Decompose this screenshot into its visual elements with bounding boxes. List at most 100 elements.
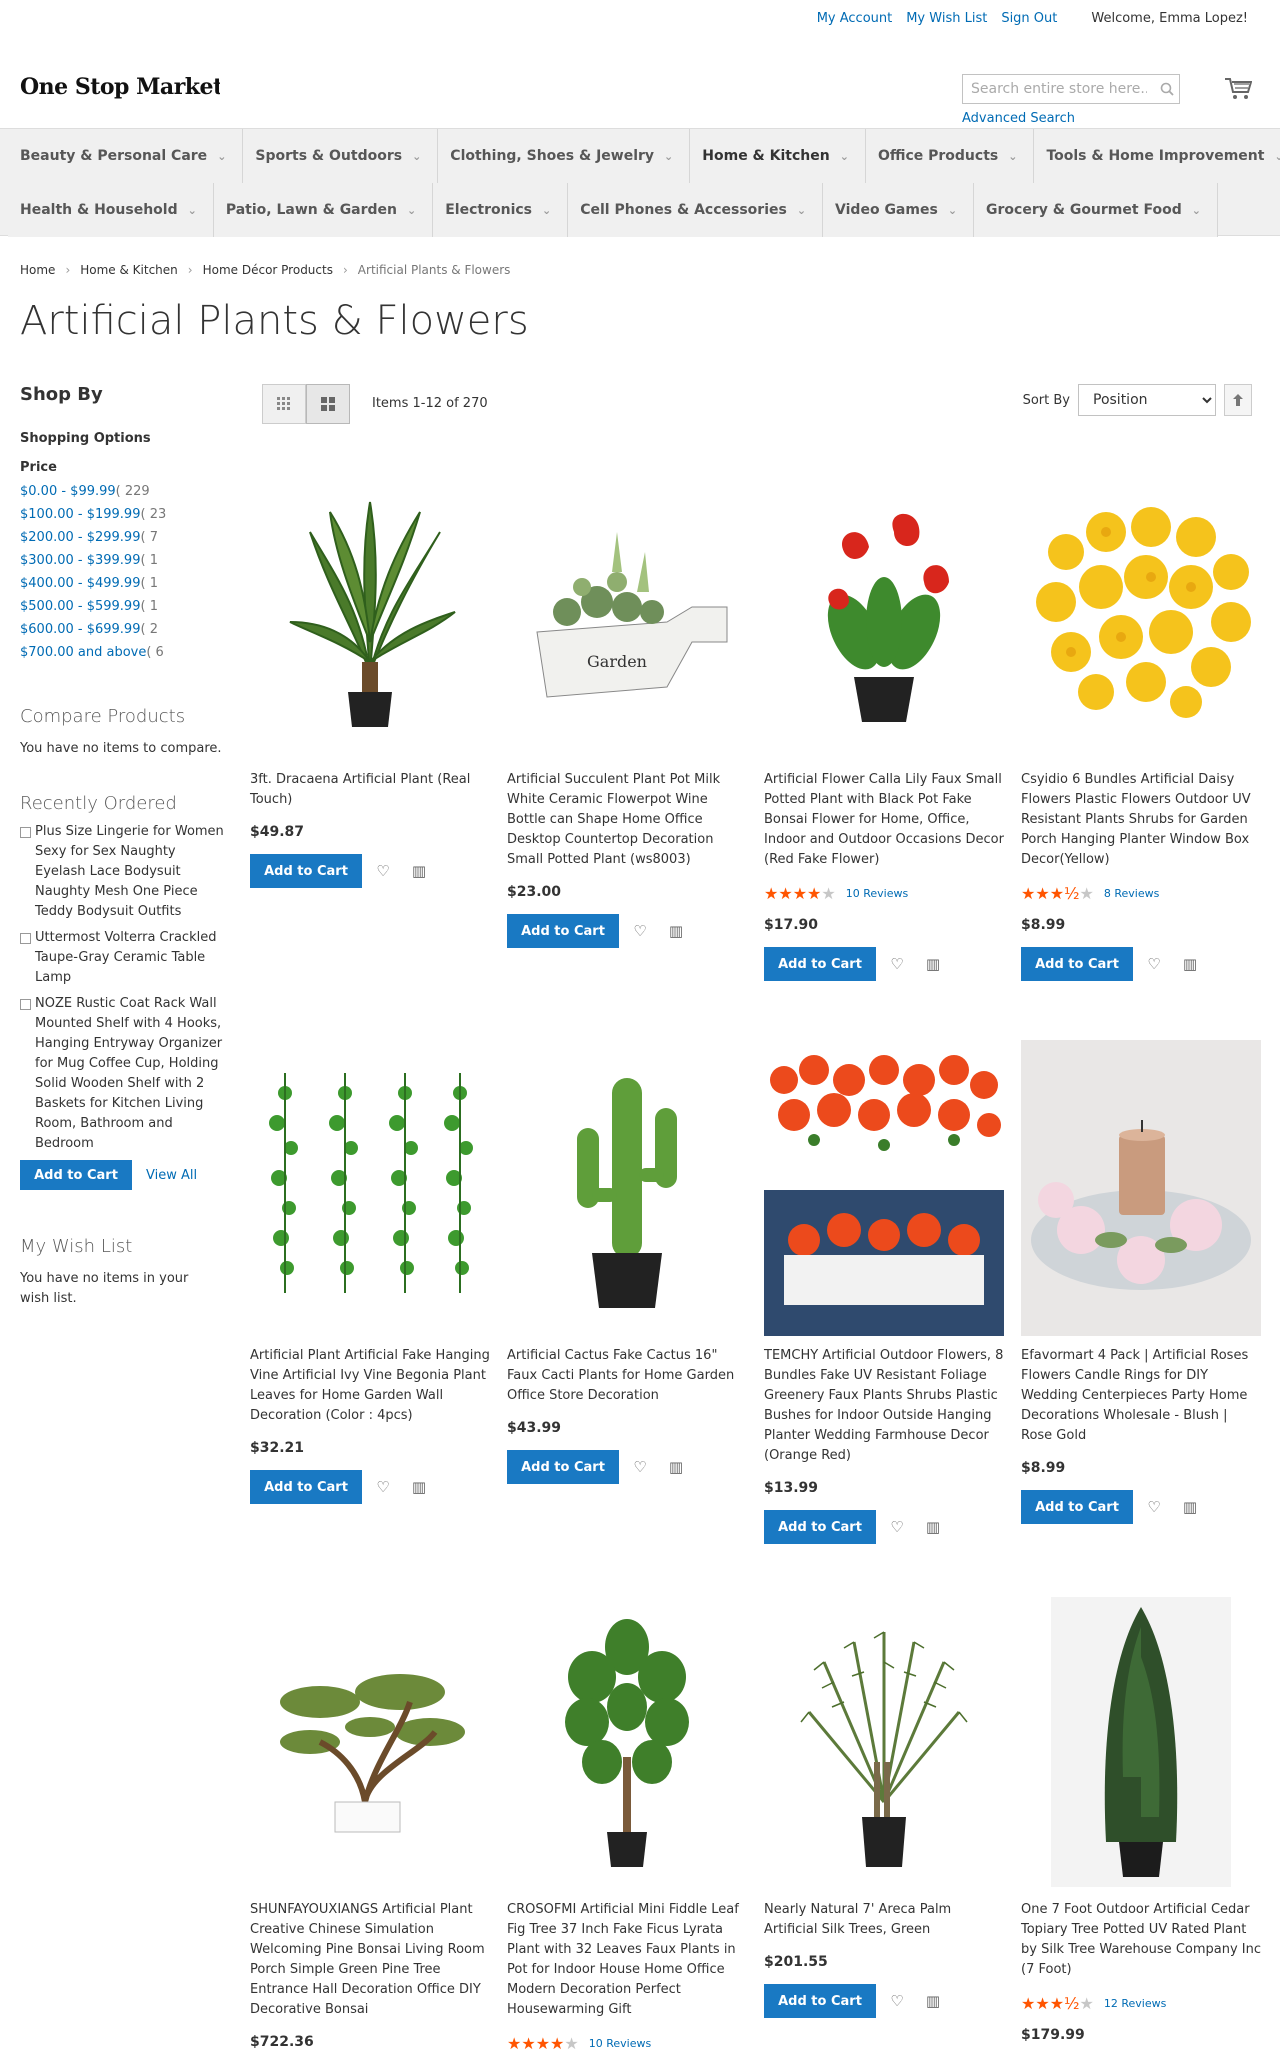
reviews-link[interactable]: 10 Reviews bbox=[846, 887, 908, 900]
nav-health-household[interactable]: Health & Household ⌄ bbox=[8, 183, 214, 237]
product-image[interactable] bbox=[250, 1594, 490, 1890]
price-filter-item[interactable]: $700.00 and above( 6 bbox=[20, 641, 230, 664]
price-filter-item[interactable]: $200.00 - $299.99( 7 bbox=[20, 526, 230, 549]
list-mode-icon[interactable] bbox=[306, 384, 350, 424]
recent-item-name[interactable]: Uttermost Volterra Crackled Taupe-Gray C… bbox=[35, 928, 230, 988]
sort-direction-icon[interactable] bbox=[1224, 384, 1252, 416]
add-to-cart-button[interactable]: Add to Cart bbox=[250, 854, 362, 888]
nav-office-products[interactable]: Office Products ⌄ bbox=[865, 129, 1035, 183]
price-range[interactable]: $300.00 - $399.99 bbox=[20, 553, 140, 568]
nav-clothing-shoes-jewelry[interactable]: Clothing, Shoes & Jewelry ⌄ bbox=[438, 129, 691, 183]
product-name[interactable]: SHUNFAYOUXIANGS Artificial Plant Creativ… bbox=[250, 1900, 490, 2020]
price-filter-item[interactable]: $400.00 - $499.99( 1 bbox=[20, 572, 230, 595]
add-to-cart-button[interactable]: Add to Cart bbox=[250, 1470, 362, 1504]
recent-item-name[interactable]: NOZE Rustic Coat Rack Wall Mounted Shelf… bbox=[35, 994, 230, 1154]
price-range[interactable]: $500.00 - $599.99 bbox=[20, 599, 140, 614]
wishlist-heart-icon[interactable]: ♡ bbox=[625, 916, 655, 946]
product-image[interactable] bbox=[764, 1040, 1004, 1336]
product-name[interactable]: Efavormart 4 Pack | Artificial Roses Flo… bbox=[1021, 1346, 1261, 1446]
compare-icon[interactable]: ▥ bbox=[1175, 1492, 1205, 1522]
breadcrumb-home-decor[interactable]: Home Décor Products bbox=[203, 263, 333, 277]
product-image[interactable] bbox=[1021, 1594, 1261, 1890]
nav-electronics[interactable]: Electronics ⌄ bbox=[433, 183, 569, 237]
nav-home-kitchen[interactable]: Home & Kitchen ⌄ bbox=[690, 129, 866, 183]
store-logo[interactable]: One Stop Market bbox=[20, 74, 220, 100]
add-to-cart-button[interactable]: Add to Cart bbox=[764, 1510, 876, 1544]
breadcrumb-home-kitchen[interactable]: Home & Kitchen bbox=[80, 263, 178, 277]
wishlist-heart-icon[interactable]: ♡ bbox=[1139, 1492, 1169, 1522]
compare-icon[interactable]: ▥ bbox=[661, 1452, 691, 1482]
product-name[interactable]: Nearly Natural 7' Areca Palm Artificial … bbox=[764, 1900, 1004, 1940]
nav-patio-lawn-garden[interactable]: Patio, Lawn & Garden ⌄ bbox=[213, 183, 434, 237]
sign-out-link[interactable]: Sign Out bbox=[1001, 11, 1057, 26]
add-to-cart-button[interactable]: Add to Cart bbox=[764, 1984, 876, 2018]
cart-icon[interactable] bbox=[1224, 76, 1253, 102]
nav-cell-phones-accessories[interactable]: Cell Phones & Accessories ⌄ bbox=[568, 183, 824, 237]
product-image[interactable] bbox=[250, 464, 490, 760]
price-range[interactable]: $200.00 - $299.99 bbox=[20, 530, 140, 545]
product-name[interactable]: Artificial Flower Calla Lily Faux Small … bbox=[764, 770, 1004, 870]
recent-item-name[interactable]: Plus Size Lingerie for Women Sexy for Se… bbox=[35, 822, 230, 922]
breadcrumb-home[interactable]: Home bbox=[20, 263, 55, 277]
product-name[interactable]: TEMCHY Artificial Outdoor Flowers, 8 Bun… bbox=[764, 1346, 1004, 1466]
price-range[interactable]: $0.00 - $99.99 bbox=[20, 484, 116, 499]
compare-icon[interactable]: ▥ bbox=[404, 1472, 434, 1502]
wishlist-heart-icon[interactable]: ♡ bbox=[882, 1512, 912, 1542]
nav-tools-home-improvement[interactable]: Tools & Home Improvement ⌄ bbox=[1034, 129, 1280, 183]
wishlist-heart-icon[interactable]: ♡ bbox=[368, 856, 398, 886]
recent-item-checkbox[interactable] bbox=[20, 827, 31, 838]
nav-sports-outdoors[interactable]: Sports & Outdoors ⌄ bbox=[243, 129, 439, 183]
price-filter-title[interactable]: Price bbox=[20, 460, 230, 475]
price-filter-item[interactable]: $300.00 - $399.99( 1 bbox=[20, 549, 230, 572]
nav-grocery-gourmet-food[interactable]: Grocery & Gourmet Food ⌄ bbox=[974, 183, 1218, 237]
wishlist-heart-icon[interactable]: ♡ bbox=[625, 1452, 655, 1482]
my-wishlist-link[interactable]: My Wish List bbox=[906, 11, 987, 26]
price-range[interactable]: $700.00 and above bbox=[20, 645, 146, 660]
search-input[interactable] bbox=[963, 75, 1155, 103]
price-range[interactable]: $600.00 - $699.99 bbox=[20, 622, 140, 637]
product-name[interactable]: 3ft. Dracaena Artificial Plant (Real Tou… bbox=[250, 770, 490, 810]
my-account-link[interactable]: My Account bbox=[817, 11, 893, 26]
product-name[interactable]: Artificial Succulent Plant Pot Milk Whit… bbox=[507, 770, 747, 870]
search-icon[interactable] bbox=[1155, 77, 1179, 101]
advanced-search-link[interactable]: Advanced Search bbox=[962, 111, 1075, 126]
compare-icon[interactable]: ▥ bbox=[404, 856, 434, 886]
product-name[interactable]: Csyidio 6 Bundles Artificial Daisy Flowe… bbox=[1021, 770, 1261, 870]
product-image[interactable] bbox=[507, 1594, 747, 1890]
add-to-cart-button[interactable]: Add to Cart bbox=[507, 1450, 619, 1484]
product-name[interactable]: CROSOFMI Artificial Mini Fiddle Leaf Fig… bbox=[507, 1900, 747, 2020]
wishlist-heart-icon[interactable]: ♡ bbox=[1139, 949, 1169, 979]
product-image[interactable] bbox=[1021, 464, 1261, 760]
price-filter-item[interactable]: $600.00 - $699.99( 2 bbox=[20, 618, 230, 641]
price-filter-item[interactable]: $0.00 - $99.99( 229 bbox=[20, 480, 230, 503]
reviews-link[interactable]: 10 Reviews bbox=[589, 2037, 651, 2050]
product-image[interactable] bbox=[764, 1594, 1004, 1890]
price-range[interactable]: $100.00 - $199.99 bbox=[20, 507, 140, 522]
price-filter-item[interactable]: $500.00 - $599.99( 1 bbox=[20, 595, 230, 618]
wishlist-heart-icon[interactable]: ♡ bbox=[368, 1472, 398, 1502]
product-image[interactable] bbox=[764, 464, 1004, 760]
price-filter-item[interactable]: $100.00 - $199.99( 23 bbox=[20, 503, 230, 526]
reviews-link[interactable]: 8 Reviews bbox=[1104, 887, 1159, 900]
nav-beauty-personal-care[interactable]: Beauty & Personal Care ⌄ bbox=[8, 129, 244, 183]
add-to-cart-button[interactable]: Add to Cart bbox=[1021, 1490, 1133, 1524]
compare-icon[interactable]: ▥ bbox=[661, 916, 691, 946]
compare-icon[interactable]: ▥ bbox=[918, 949, 948, 979]
price-range[interactable]: $400.00 - $499.99 bbox=[20, 576, 140, 591]
view-all-link[interactable]: View All bbox=[146, 1168, 197, 1183]
product-name[interactable]: One 7 Foot Outdoor Artificial Cedar Topi… bbox=[1021, 1900, 1261, 1980]
product-image[interactable]: Garden bbox=[507, 464, 747, 760]
recent-item-checkbox[interactable] bbox=[20, 999, 31, 1010]
reviews-link[interactable]: 12 Reviews bbox=[1104, 1997, 1166, 2010]
add-to-cart-button[interactable]: Add to Cart bbox=[1021, 947, 1133, 981]
grid-mode-icon[interactable] bbox=[262, 384, 306, 424]
product-name[interactable]: Artificial Plant Artificial Fake Hanging… bbox=[250, 1346, 490, 1426]
add-to-cart-button[interactable]: Add to Cart bbox=[507, 914, 619, 948]
sort-by-select[interactable]: Position bbox=[1078, 384, 1216, 416]
wishlist-heart-icon[interactable]: ♡ bbox=[882, 1986, 912, 2016]
compare-icon[interactable]: ▥ bbox=[1175, 949, 1205, 979]
compare-icon[interactable]: ▥ bbox=[918, 1512, 948, 1542]
compare-icon[interactable]: ▥ bbox=[918, 1986, 948, 2016]
product-name[interactable]: Artificial Cactus Fake Cactus 16" Faux C… bbox=[507, 1346, 747, 1406]
product-image[interactable] bbox=[1021, 1040, 1261, 1336]
